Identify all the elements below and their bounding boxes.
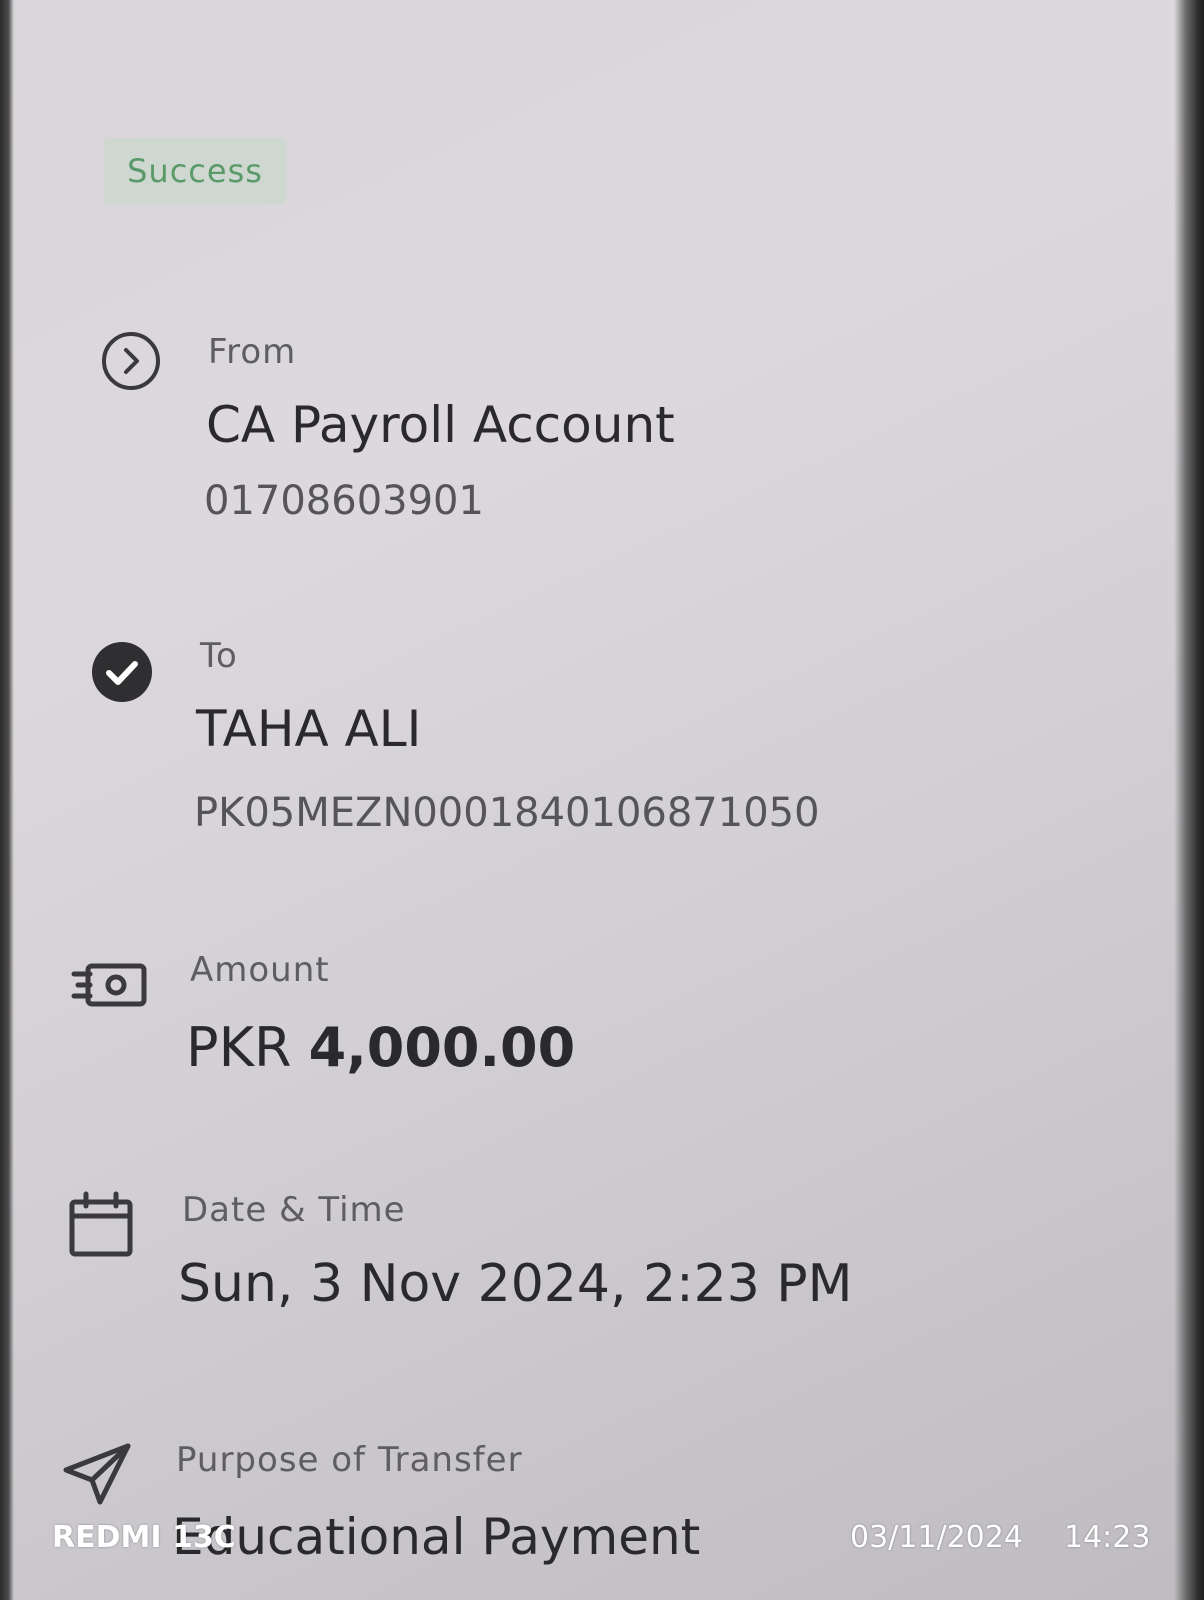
to-label: To [200,636,238,676]
datetime-label: Date & Time [182,1190,406,1230]
amount-figure: 4,000.00 [308,1016,576,1079]
camera-watermark-time: 14:23 [1064,1520,1151,1555]
banknote-icon [70,958,150,1018]
to-iban: PK05MEZN0001840106871050 [194,790,820,836]
from-label: From [208,332,297,372]
purpose-value: Educational Payment [172,1508,701,1566]
amount-value: PKR 4,000.00 [186,1016,575,1079]
datetime-value: Sun, 3 Nov 2024, 2:23 PM [178,1254,853,1314]
status-badge: Success [104,138,286,204]
photo-edge-right [1174,0,1204,1600]
from-account-name: CA Payroll Account [206,396,675,454]
amount-label: Amount [190,950,330,990]
purpose-label: Purpose of Transfer [176,1440,523,1480]
to-recipient-name: TAHA ALI [196,700,422,758]
amount-currency: PKR [186,1016,292,1079]
calendar-icon [68,1190,134,1262]
camera-watermark-date: 03/11/2024 [850,1520,1023,1555]
photo-edge-left [0,0,14,1600]
send-icon [60,1440,134,1512]
receipt-photo: Success From CA Payroll Account 01708603… [0,0,1204,1600]
chevron-right-circle-icon [100,330,162,396]
check-circle-icon [90,640,154,708]
camera-watermark-device: REDMI 13C [52,1520,236,1555]
from-account-number: 01708603901 [204,478,484,524]
